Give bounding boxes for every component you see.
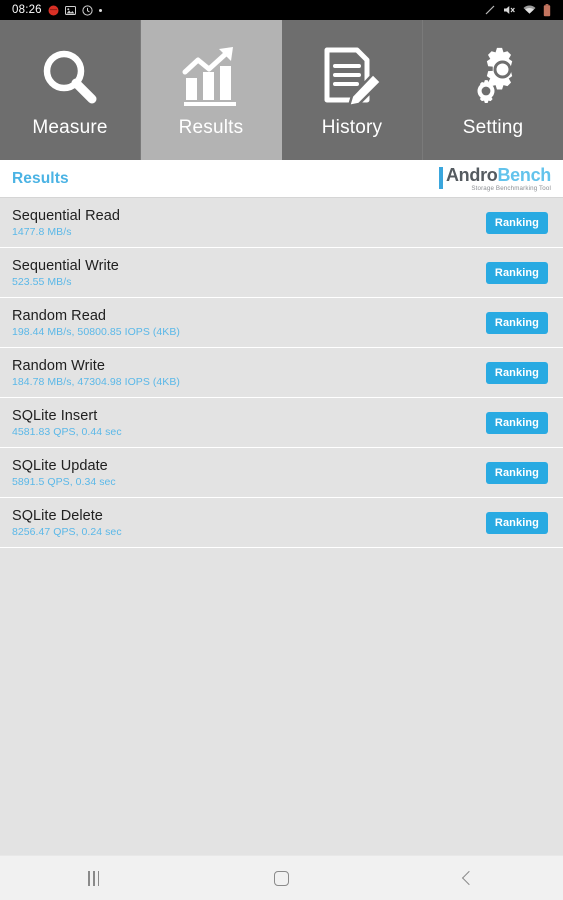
row-title: SQLite Insert [12, 407, 98, 424]
ranking-button[interactable]: Ranking [485, 211, 548, 234]
row-title: Random Write [12, 357, 106, 374]
row-title: Sequential Write [12, 257, 119, 274]
row-text-group: Random Read 198.44 MB/s, 50800.85 IOPS (4… [12, 308, 180, 338]
ranking-button[interactable]: Ranking [485, 311, 548, 334]
row-title: Random Read [12, 307, 107, 324]
recents-icon [88, 870, 100, 886]
nav-recents-button[interactable] [0, 856, 188, 900]
dot-icon [98, 8, 102, 12]
image-icon [64, 5, 76, 16]
logo-tagline: Storage Benchmarking Tool [471, 184, 551, 192]
tab-setting[interactable]: Setting [423, 20, 563, 160]
logo-word-andro: Andro [445, 164, 498, 185]
row-text-group: SQLite Delete 8256.47 QPS, 0.24 sec [12, 508, 122, 538]
androbench-logo: AndroBench Storage Benchmarking Tool [438, 164, 555, 192]
wifi-icon [523, 4, 536, 16]
tab-measure[interactable]: Measure [0, 20, 141, 160]
document-pencil-icon [319, 41, 385, 113]
home-icon [274, 870, 289, 886]
slash-icon [484, 4, 496, 16]
tab-setting-label: Setting [462, 117, 524, 138]
tab-history[interactable]: History [282, 20, 423, 160]
row-value: 8256.47 QPS, 0.24 sec [12, 525, 122, 538]
logo-word-bench: Bench [497, 164, 551, 185]
ranking-button[interactable]: Ranking [485, 511, 548, 534]
row-text-group: SQLite Insert 4581.83 QPS, 0.44 sec [12, 408, 122, 438]
ranking-button[interactable]: Ranking [485, 361, 548, 384]
ranking-button[interactable]: Ranking [485, 411, 548, 434]
logo-accent-bar [438, 166, 443, 189]
section-header: Results AndroBench Storage Benchmarking … [0, 160, 563, 198]
table-row[interactable]: SQLite Insert 4581.83 QPS, 0.44 sec Rankin… [0, 398, 563, 448]
row-value: 1477.8 MB/s [12, 225, 72, 238]
tab-history-label: History [321, 117, 383, 138]
battery-icon [543, 3, 551, 17]
nav-back-button[interactable] [375, 856, 563, 900]
results-list: Sequential Read 1477.8 MB/s Ranking Sequent… [0, 198, 563, 548]
empty-content-area [0, 548, 563, 855]
main-tab-bar: Measure Results History Setting [0, 20, 563, 160]
status-bar-right [484, 3, 555, 17]
logo-wordmark: AndroBench [445, 164, 551, 185]
table-row[interactable]: Sequential Write 523.55 MB/s Ranking [0, 248, 563, 298]
row-value: 184.78 MB/s, 47304.98 IOPS (4KB) [12, 375, 180, 388]
status-bar: 08:26 [0, 0, 563, 20]
nav-home-button[interactable] [188, 856, 376, 900]
table-row[interactable]: SQLite Update 5891.5 QPS, 0.34 sec Ranking [0, 448, 563, 498]
gears-icon [460, 41, 526, 113]
bar-chart-arrow-icon [178, 41, 244, 113]
table-row[interactable]: Random Write 184.78 MB/s, 47304.98 IOPS (… [0, 348, 563, 398]
row-text-group: Random Write 184.78 MB/s, 47304.98 IOPS (… [12, 358, 180, 388]
system-navigation-bar [0, 855, 563, 900]
clock-face-icon [82, 4, 93, 16]
table-row[interactable]: Sequential Read 1477.8 MB/s Ranking [0, 198, 563, 248]
row-title: SQLite Delete [12, 507, 103, 524]
ranking-button[interactable]: Ranking [485, 461, 548, 484]
app-root: 08:26 Measure Results History Setting Re… [0, 0, 563, 900]
logo-text: AndroBench Storage Benchmarking Tool [445, 164, 551, 192]
magnifier-icon [37, 41, 103, 113]
row-value: 5891.5 QPS, 0.34 sec [12, 475, 116, 488]
row-title: Sequential Read [12, 207, 120, 224]
tab-measure-label: Measure [32, 117, 108, 138]
mute-icon [503, 4, 516, 16]
row-text-group: Sequential Write 523.55 MB/s [12, 258, 119, 288]
tab-results[interactable]: Results [141, 20, 282, 160]
table-row[interactable]: SQLite Delete 8256.47 QPS, 0.24 sec Rankin… [0, 498, 563, 548]
ranking-button[interactable]: Ranking [485, 261, 548, 284]
back-icon [462, 870, 477, 886]
row-text-group: Sequential Read 1477.8 MB/s [12, 208, 120, 238]
row-text-group: SQLite Update 5891.5 QPS, 0.34 sec [12, 458, 116, 488]
page-title: Results [12, 169, 69, 187]
tab-results-label: Results [178, 117, 244, 138]
table-row[interactable]: Random Read 198.44 MB/s, 50800.85 IOPS (4… [0, 298, 563, 348]
record-red-icon [48, 5, 59, 16]
row-value: 523.55 MB/s [12, 275, 72, 288]
status-clock: 08:26 [12, 4, 42, 16]
row-value: 4581.83 QPS, 0.44 sec [12, 425, 122, 438]
row-value: 198.44 MB/s, 50800.85 IOPS (4KB) [12, 325, 180, 338]
status-bar-left: 08:26 [12, 4, 102, 16]
row-title: SQLite Update [12, 457, 108, 474]
